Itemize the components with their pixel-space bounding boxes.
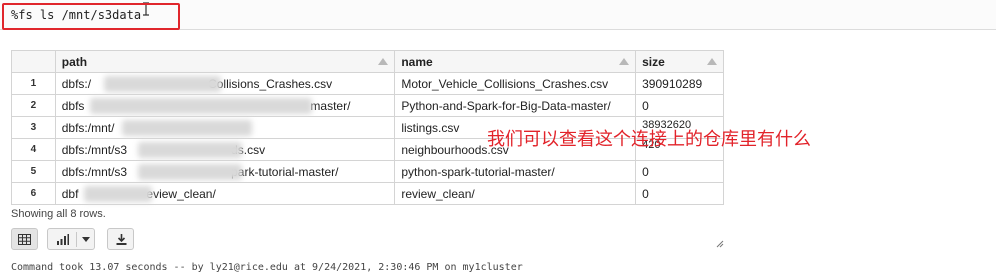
table-row: 1 dbfs:/ Collisions_Crashes.csv Motor_Veh…	[11, 72, 724, 95]
redaction-blur	[89, 98, 312, 114]
path-prefix: dbfs:/	[61, 76, 92, 91]
column-header-label: path	[61, 54, 88, 69]
path-suffix: Collisions_Crashes.csv	[208, 76, 333, 91]
button-divider	[76, 232, 77, 247]
size-cell: 0	[635, 160, 724, 183]
row-index: 4	[11, 138, 56, 161]
path-prefix: dbfs:/mnt/	[61, 120, 115, 135]
name-cell: Motor_Vehicle_Collisions_Crashes.csv	[394, 72, 637, 95]
row-index: 6	[11, 182, 56, 205]
column-header-path[interactable]: path	[54, 50, 396, 73]
download-icon	[116, 234, 127, 245]
annotation-text: 我们可以查看这个连接上的仓库里有什么	[487, 129, 811, 150]
redaction-blur	[137, 142, 242, 158]
table-row: 5 dbfs:/mnt/s3 park-tutorial-master/ pyth…	[11, 160, 724, 183]
path-suffix: eview_clean/	[146, 186, 216, 201]
download-button[interactable]	[107, 228, 134, 250]
redaction-blur	[103, 76, 221, 92]
redaction-blur	[83, 186, 152, 202]
rows-count-note: Showing all 8 rows.	[11, 208, 106, 220]
row-index: 1	[11, 72, 56, 95]
index-header	[11, 50, 56, 73]
table-row: 6 dbf eview_clean/ review_clean/ 0	[11, 182, 724, 205]
row-index: 2	[11, 94, 56, 117]
column-header-label: size	[642, 54, 665, 69]
sort-asc-icon[interactable]	[378, 58, 389, 65]
sort-asc-icon[interactable]	[619, 58, 630, 65]
row-index: 5	[11, 160, 56, 183]
table-icon	[18, 234, 31, 245]
path-prefix: dbfs	[61, 98, 85, 113]
bar-chart-icon	[57, 234, 69, 245]
column-header-size[interactable]: size	[635, 50, 724, 73]
path-prefix: dbfs:/mnt/s3	[61, 142, 128, 157]
path-cell: dbfs:/mnt/	[54, 116, 396, 139]
path-cell: dbf eview_clean/	[54, 182, 396, 205]
sort-asc-icon[interactable]	[707, 58, 717, 65]
command-status: Command took 13.07 seconds -- by ly21@ri…	[11, 262, 523, 273]
resize-handle-icon[interactable]	[716, 240, 724, 248]
name-cell: Python-and-Spark-for-Big-Data-master/	[394, 94, 637, 117]
table-header-row: path name size	[11, 50, 724, 73]
column-header-name[interactable]: name	[394, 50, 637, 73]
row-index: 3	[11, 116, 56, 139]
name-cell: review_clean/	[394, 182, 637, 205]
table-row: 2 dbfs master/ Python-and-Spark-for-Big-D…	[11, 94, 724, 117]
path-prefix: dbfs:/mnt/s3	[61, 164, 128, 179]
size-cell: 0	[635, 94, 724, 117]
chart-view-button[interactable]	[47, 228, 95, 250]
path-cell: dbfs:/mnt/s3 park-tutorial-master/	[54, 160, 396, 183]
path-suffix: master/	[310, 98, 351, 113]
path-suffix: park-tutorial-master/	[231, 164, 339, 179]
column-header-label: name	[401, 54, 433, 69]
path-cell: dbfs master/	[54, 94, 396, 117]
path-prefix: dbf	[61, 186, 79, 201]
size-cell: 0	[635, 182, 724, 205]
redaction-blur	[137, 164, 242, 180]
chevron-down-icon[interactable]	[82, 237, 90, 242]
size-cell: 390910289	[635, 72, 724, 95]
redaction-blur	[121, 120, 252, 136]
command-highlight-box	[2, 3, 180, 30]
path-cell: dbfs:/ Collisions_Crashes.csv	[54, 72, 396, 95]
path-cell: dbfs:/mnt/s3 ds.csv	[54, 138, 396, 161]
table-view-button[interactable]	[11, 228, 38, 250]
name-cell: python-spark-tutorial-master/	[394, 160, 637, 183]
